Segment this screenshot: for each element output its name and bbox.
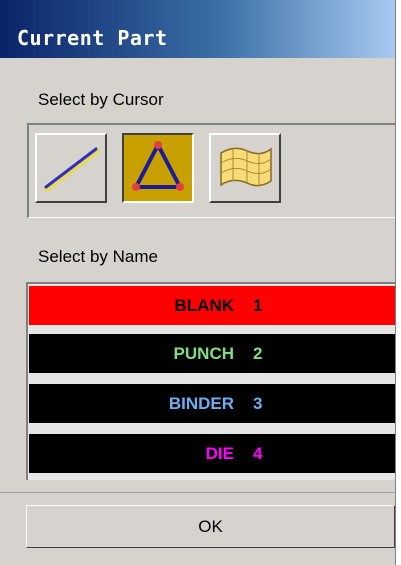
- part-name: BLANK: [174, 296, 235, 315]
- ok-button[interactable]: OK: [26, 505, 395, 548]
- part-name: DIE: [205, 444, 234, 463]
- surface-tool-button[interactable]: [209, 133, 281, 203]
- mesh-surface-icon: [220, 147, 272, 187]
- window-title: Current Part: [17, 26, 168, 50]
- select-by-cursor-label: Select by Cursor: [38, 90, 164, 109]
- part-number: 3: [253, 394, 263, 413]
- triangle-element-tool-button[interactable]: [122, 133, 194, 203]
- triangle-nodes-icon: [132, 141, 184, 191]
- select-by-name-label: Select by Name: [38, 247, 158, 266]
- part-number: 2: [253, 344, 263, 363]
- line-icon: [44, 147, 100, 192]
- part-row-die[interactable]: DIE 4: [29, 434, 395, 473]
- part-number: 4: [253, 444, 263, 463]
- current-part-dialog: Current Part Select by Cursor Select by …: [0, 0, 396, 565]
- line-tool-button[interactable]: [35, 133, 107, 203]
- part-number: 1: [253, 296, 263, 315]
- divider: [0, 492, 395, 493]
- part-row-binder[interactable]: BINDER 3: [29, 384, 395, 423]
- part-name: PUNCH: [173, 344, 234, 363]
- title-bar: Current Part: [0, 0, 395, 58]
- part-row-blank[interactable]: BLANK 1: [29, 286, 395, 325]
- part-name: BINDER: [168, 394, 234, 413]
- part-row-punch[interactable]: PUNCH 2: [29, 334, 395, 373]
